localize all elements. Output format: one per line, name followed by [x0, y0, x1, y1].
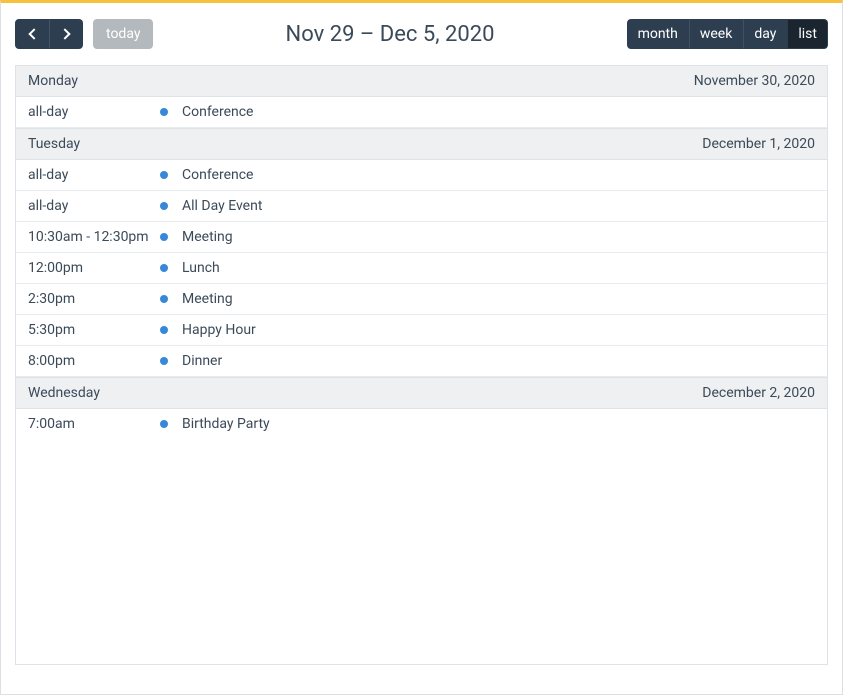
event-time: 12:00pm: [28, 260, 160, 276]
event-time: all-day: [28, 167, 160, 183]
day-date: December 2, 2020: [702, 385, 815, 401]
event-row[interactable]: 7:00am Birthday Party: [16, 409, 827, 439]
event-row[interactable]: all-day All Day Event: [16, 191, 827, 222]
event-time: 8:00pm: [28, 353, 160, 369]
event-title: All Day Event: [182, 198, 815, 214]
event-dot-icon: [160, 295, 168, 303]
day-date: November 30, 2020: [694, 73, 815, 89]
event-row[interactable]: 8:00pm Dinner: [16, 346, 827, 377]
view-button-list[interactable]: list: [787, 19, 828, 49]
day-weekday: Monday: [28, 73, 78, 89]
event-dot-icon: [160, 233, 168, 241]
event-dot-icon: [160, 420, 168, 428]
event-title: Happy Hour: [182, 322, 815, 338]
day-header[interactable]: Monday November 30, 2020: [16, 66, 827, 97]
event-title: Meeting: [182, 229, 815, 245]
event-row[interactable]: 12:00pm Lunch: [16, 253, 827, 284]
event-dot-icon: [160, 326, 168, 334]
day-weekday: Wednesday: [28, 385, 100, 401]
event-title: Birthday Party: [182, 416, 815, 432]
event-row[interactable]: 2:30pm Meeting: [16, 284, 827, 315]
event-time: all-day: [28, 104, 160, 120]
event-row[interactable]: 5:30pm Happy Hour: [16, 315, 827, 346]
event-time: 2:30pm: [28, 291, 160, 307]
event-time: 7:00am: [28, 416, 160, 432]
event-dot-icon: [160, 202, 168, 210]
event-title: Lunch: [182, 260, 815, 276]
event-time: all-day: [28, 198, 160, 214]
event-title: Dinner: [182, 353, 815, 369]
event-list: Monday November 30, 2020 all-day Conference…: [15, 65, 828, 665]
toolbar-left: today: [15, 19, 153, 49]
date-range-title: Nov 29 – Dec 5, 2020: [153, 22, 626, 47]
view-button-day[interactable]: day: [743, 19, 787, 49]
chevron-right-icon: [59, 28, 70, 39]
next-button[interactable]: [49, 19, 83, 49]
event-dot-icon: [160, 264, 168, 272]
event-title: Meeting: [182, 291, 815, 307]
day-date: December 1, 2020: [702, 136, 815, 152]
event-row[interactable]: 10:30am - 12:30pm Meeting: [16, 222, 827, 253]
day-header[interactable]: Tuesday December 1, 2020: [16, 128, 827, 160]
view-switcher: monthweekdaylist: [627, 19, 828, 49]
event-dot-icon: [160, 357, 168, 365]
calendar-app: today Nov 29 – Dec 5, 2020 monthweekdayl…: [0, 0, 843, 695]
event-dot-icon: [160, 171, 168, 179]
event-row[interactable]: all-day Conference: [16, 160, 827, 191]
view-button-week[interactable]: week: [689, 19, 743, 49]
prev-button[interactable]: [15, 19, 49, 49]
toolbar: today Nov 29 – Dec 5, 2020 monthweekdayl…: [15, 17, 828, 51]
day-header[interactable]: Wednesday December 2, 2020: [16, 377, 827, 409]
event-time: 10:30am - 12:30pm: [28, 229, 160, 245]
chevron-left-icon: [28, 28, 39, 39]
day-weekday: Tuesday: [28, 136, 80, 152]
event-dot-icon: [160, 108, 168, 116]
event-title: Conference: [182, 167, 815, 183]
nav-button-group: [15, 19, 83, 49]
event-time: 5:30pm: [28, 322, 160, 338]
event-title: Conference: [182, 104, 815, 120]
view-button-month[interactable]: month: [627, 19, 689, 49]
event-row[interactable]: all-day Conference: [16, 97, 827, 128]
today-button[interactable]: today: [93, 19, 153, 49]
